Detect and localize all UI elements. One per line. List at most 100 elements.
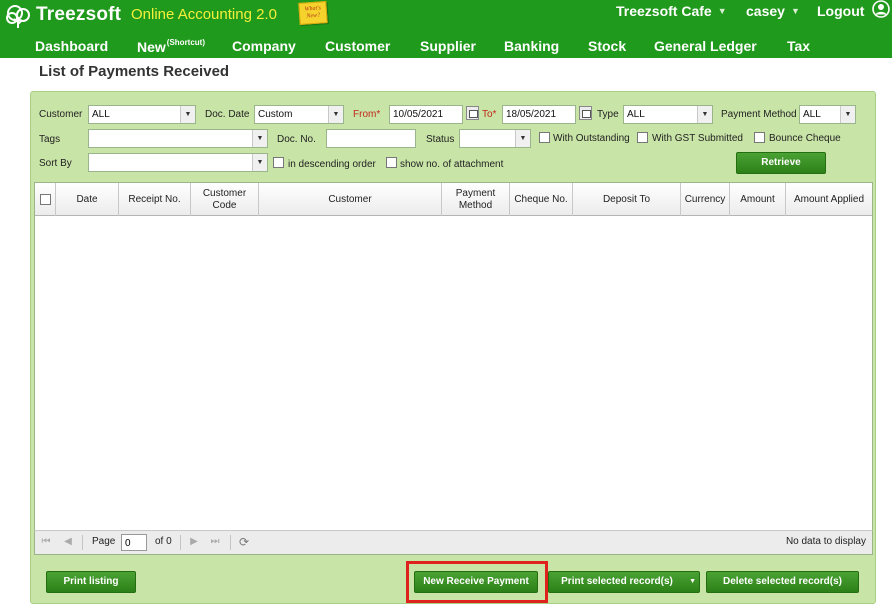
- nav-stock[interactable]: Stock: [588, 38, 626, 54]
- print-selected-label: Print selected record(s): [561, 576, 673, 587]
- attachment-checkbox[interactable]: [386, 157, 397, 168]
- main-nav: Dashboard New(Shortcut) Company Customer…: [0, 36, 892, 58]
- payments-panel: Customer ALL ▼ Doc. Date Custom ▼ From* …: [30, 91, 876, 604]
- from-date-input[interactable]: 10/05/2021: [389, 105, 463, 124]
- to-date-value: 18/05/2021: [506, 109, 557, 120]
- retrieve-button[interactable]: Retrieve: [736, 152, 826, 174]
- company-name: Treezsoft Cafe: [616, 3, 712, 19]
- nav-customer[interactable]: Customer: [325, 38, 390, 54]
- calendar-icon[interactable]: [579, 106, 592, 120]
- select-all-cell: [35, 183, 56, 216]
- payment-method-select-value: ALL: [803, 109, 821, 120]
- page-title: List of Payments Received: [39, 63, 230, 80]
- select-all-checkbox[interactable]: [39, 194, 51, 205]
- col-receipt-no[interactable]: Receipt No.: [119, 183, 191, 216]
- type-select-value: ALL: [627, 109, 645, 120]
- prev-page-icon[interactable]: ◀: [62, 536, 74, 548]
- with-gst-label: With GST Submitted: [652, 133, 743, 144]
- company-menu[interactable]: Treezsoft Cafe ▼: [616, 3, 727, 19]
- type-label: Type: [597, 109, 619, 120]
- user-menu[interactable]: casey ▼: [746, 3, 800, 19]
- attachment-label: show no. of attachment: [400, 159, 504, 170]
- col-payment-method-line2: Method: [458, 199, 493, 211]
- print-selected-button[interactable]: Print selected record(s) ▼: [548, 571, 700, 593]
- col-currency[interactable]: Currency: [681, 183, 730, 216]
- descending-label: in descending order: [288, 159, 376, 170]
- nav-new[interactable]: New(Shortcut): [137, 38, 205, 55]
- chevron-down-icon: ▼: [515, 130, 530, 147]
- app-subtitle: Online Accounting 2.0: [131, 6, 277, 23]
- status-label: Status: [426, 134, 455, 145]
- logo-text: Treezsoft: [36, 4, 122, 25]
- chevron-down-icon: ▼: [328, 106, 343, 123]
- payment-method-select[interactable]: ALL ▼: [799, 105, 856, 124]
- highlight-box: [406, 561, 548, 603]
- payment-method-label: Payment Method: [721, 109, 797, 120]
- pager-divider: [230, 535, 231, 550]
- next-page-icon[interactable]: ▶: [188, 536, 200, 548]
- nav-banking[interactable]: Banking: [504, 38, 559, 54]
- nav-supplier[interactable]: Supplier: [420, 38, 476, 54]
- col-amount-applied[interactable]: Amount Applied: [786, 183, 872, 216]
- page-label: Page: [92, 536, 116, 547]
- col-payment-method-line1: Payment: [455, 187, 496, 199]
- col-cheque-no[interactable]: Cheque No.: [510, 183, 573, 216]
- bounce-cheque-checkbox[interactable]: [754, 132, 765, 143]
- with-gst-checkbox[interactable]: [637, 132, 648, 143]
- customer-label: Customer: [39, 109, 83, 120]
- first-page-icon[interactable]: ⏮: [40, 536, 52, 548]
- chevron-down-icon[interactable]: ▼: [689, 572, 696, 592]
- chevron-down-icon: ▼: [180, 106, 195, 123]
- customer-select[interactable]: ALL ▼: [88, 105, 196, 124]
- chevron-down-icon: ▼: [790, 6, 800, 16]
- tags-label: Tags: [39, 134, 61, 145]
- tags-select[interactable]: ▼: [88, 129, 268, 148]
- col-customer-code[interactable]: Customer Code: [191, 183, 259, 216]
- calendar-icon[interactable]: [466, 106, 479, 120]
- nav-tax[interactable]: Tax: [787, 38, 810, 54]
- sort-by-label: Sort By: [39, 158, 72, 169]
- doc-date-select-value: Custom: [258, 109, 293, 120]
- col-customer[interactable]: Customer: [259, 183, 442, 216]
- chevron-down-icon: ▼: [717, 6, 727, 16]
- chevron-down-icon: ▼: [252, 130, 267, 147]
- user-profile-icon[interactable]: [872, 0, 890, 18]
- last-page-icon[interactable]: ⏭: [209, 536, 221, 548]
- nav-company[interactable]: Company: [232, 38, 296, 54]
- nav-new-label: New: [137, 39, 166, 55]
- from-date-value: 10/05/2021: [393, 109, 444, 120]
- col-payment-method[interactable]: Payment Method: [442, 183, 510, 216]
- status-select[interactable]: ▼: [459, 129, 531, 148]
- col-deposit-to[interactable]: Deposit To: [573, 183, 681, 216]
- to-date-label: To*: [482, 109, 497, 120]
- whats-new-note[interactable]: What's New?: [298, 1, 328, 25]
- doc-no-input[interactable]: [326, 129, 416, 148]
- grid-header: Date Receipt No. Customer Code Customer …: [35, 183, 872, 216]
- doc-date-select[interactable]: Custom ▼: [254, 105, 344, 124]
- descending-checkbox[interactable]: [273, 157, 284, 168]
- chevron-down-icon: ▼: [252, 154, 267, 171]
- from-date-label: From*: [353, 109, 381, 120]
- doc-no-label: Doc. No.: [277, 134, 316, 145]
- doc-date-label: Doc. Date: [205, 109, 250, 120]
- nav-dashboard[interactable]: Dashboard: [35, 38, 108, 54]
- customer-select-value: ALL: [92, 109, 110, 120]
- nav-new-shortcut: (Shortcut): [166, 38, 206, 47]
- chevron-down-icon: ▼: [840, 106, 855, 123]
- page-count: of 0: [155, 536, 172, 547]
- print-listing-button[interactable]: Print listing: [46, 571, 136, 593]
- col-amount[interactable]: Amount: [730, 183, 786, 216]
- delete-selected-button[interactable]: Delete selected record(s): [706, 571, 859, 593]
- nav-general-ledger[interactable]: General Ledger: [654, 38, 757, 54]
- with-outstanding-label: With Outstanding: [553, 133, 630, 144]
- payments-grid: Date Receipt No. Customer Code Customer …: [34, 182, 873, 553]
- with-outstanding-checkbox[interactable]: [539, 132, 550, 143]
- sort-by-select[interactable]: ▼: [88, 153, 268, 172]
- to-date-input[interactable]: 18/05/2021: [502, 105, 576, 124]
- type-select[interactable]: ALL ▼: [623, 105, 713, 124]
- col-date[interactable]: Date: [56, 183, 119, 216]
- page-number-input[interactable]: [121, 534, 147, 551]
- logout-link[interactable]: Logout: [817, 3, 864, 19]
- refresh-icon[interactable]: ⟳: [238, 536, 250, 548]
- col-customer-code-line1: Customer: [202, 187, 247, 199]
